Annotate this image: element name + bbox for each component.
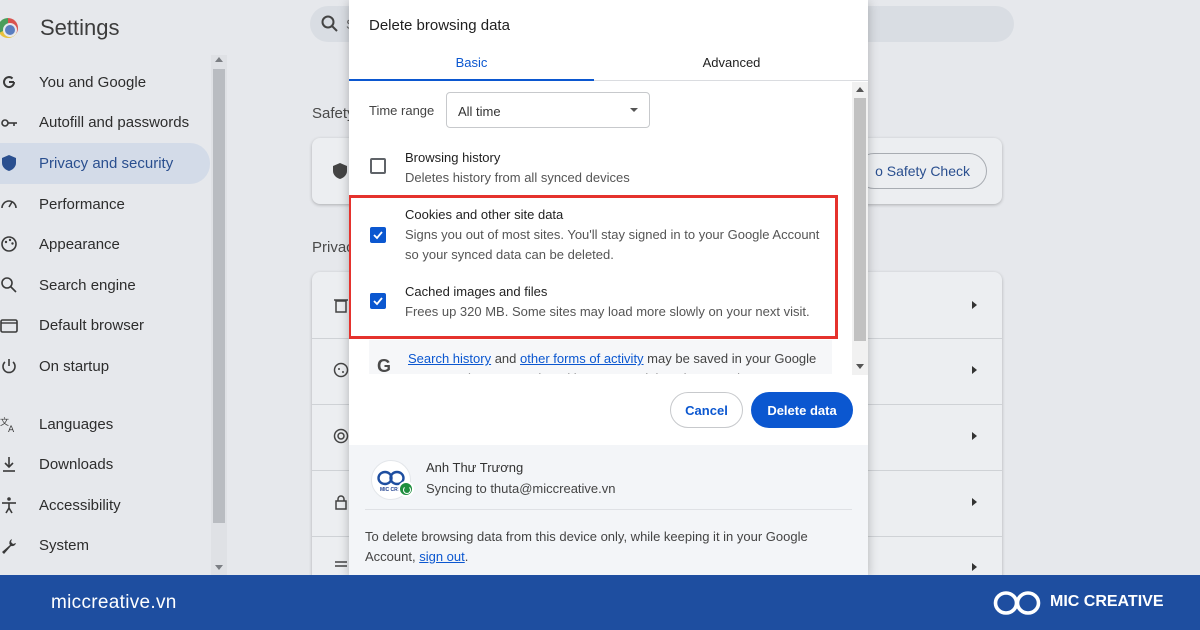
sidebar-item-label: Downloads	[39, 456, 114, 474]
shield-icon	[2, 155, 16, 172]
lock-icon	[335, 495, 347, 510]
app-title: Settings	[40, 15, 120, 40]
sidebar-item-downloads[interactable]: Downloads	[0, 444, 210, 485]
search-history-link[interactable]: Search history	[408, 351, 491, 366]
info-text: Search history and other forms of activi…	[408, 349, 828, 374]
scroll-down-arrow-icon[interactable]	[856, 364, 864, 369]
download-icon	[3, 457, 15, 473]
section-label-privacy: Privac	[312, 239, 354, 256]
tab-advanced[interactable]: Advanced	[599, 44, 864, 80]
sidebar-item-default-browser[interactable]: Default browser	[0, 306, 210, 347]
chevron-right-icon[interactable]	[972, 432, 977, 440]
sign-out-link[interactable]: sign out	[419, 549, 465, 564]
dialog-tabs: Basic Advanced	[349, 44, 868, 81]
google-activity-info: G Search history and other forms of acti…	[369, 340, 832, 374]
wrench-icon	[2, 538, 16, 554]
sidebar-item-label: Appearance	[39, 236, 120, 254]
sidebar-scrollbar[interactable]	[211, 55, 227, 575]
brand-name: MIC CREATIVE	[1050, 593, 1164, 610]
account-footer: MIC CREA Anh Thư Trương Syncing to thuta…	[349, 445, 868, 575]
mic-creative-logo-icon	[993, 591, 1041, 615]
shield-icon	[333, 163, 347, 179]
time-range-label: Time range	[369, 103, 435, 118]
chevron-right-icon[interactable]	[972, 498, 977, 506]
nav-separator	[0, 387, 210, 404]
sidebar-item-label: You and Google	[39, 73, 147, 91]
sidebar-item-autofill[interactable]: Autofill and passwords	[0, 103, 210, 144]
accessibility-icon	[2, 497, 16, 514]
sidebar-item-on-startup[interactable]: On startup	[0, 346, 210, 387]
option-description: Deletes history from all synced devices	[405, 170, 630, 185]
dropdown-caret-icon	[630, 108, 638, 112]
footer-text-end: .	[464, 549, 469, 564]
google-g-icon: G	[377, 356, 392, 374]
chevron-right-icon[interactable]	[972, 366, 977, 374]
scrollbar-thumb[interactable]	[213, 69, 225, 523]
tab-basic[interactable]: Basic	[349, 44, 594, 81]
app-header: Settings	[0, 14, 120, 42]
key-icon	[1, 118, 17, 127]
sidebar-nav: You and Google Autofill and passwords Pr…	[0, 62, 210, 566]
account-sync-status: Syncing to thuta@miccreative.vn	[426, 481, 616, 496]
chevron-right-icon[interactable]	[972, 563, 977, 571]
search-icon	[1, 277, 17, 293]
svg-text:A: A	[8, 425, 15, 433]
palette-icon	[1, 236, 17, 253]
sidebar-item-label: Autofill and passwords	[39, 114, 190, 132]
sidebar-item-accessibility[interactable]: Accessibility	[0, 485, 210, 526]
sidebar-item-you-and-google[interactable]: You and Google	[0, 62, 210, 103]
cancel-button[interactable]: Cancel	[670, 392, 743, 428]
account-name: Anh Thư Trương	[426, 460, 524, 475]
speedometer-icon	[1, 199, 17, 208]
google-g-icon	[3, 76, 16, 89]
delete-browsing-data-dialog: Delete browsing data Basic Advanced Time…	[349, 0, 868, 575]
browser-window-icon	[0, 318, 18, 333]
dialog-scrollbar[interactable]	[852, 82, 868, 375]
scrollbar-thumb[interactable]	[854, 98, 866, 341]
sidebar-item-label: Accessibility	[39, 496, 121, 514]
sync-badge-icon	[398, 481, 414, 497]
cookie-icon	[333, 362, 349, 378]
site-settings-icon	[335, 561, 347, 567]
search-icon	[321, 15, 338, 32]
sidebar-item-label: Languages	[39, 415, 114, 433]
trash-icon	[334, 299, 348, 313]
chevron-right-icon[interactable]	[972, 301, 977, 309]
sidebar-item-label: Search engine	[39, 276, 136, 294]
ad-privacy-icon	[333, 428, 349, 444]
chrome-logo-icon	[0, 18, 18, 38]
sidebar-item-appearance[interactable]: Appearance	[0, 224, 210, 265]
sidebar-item-privacy[interactable]: Privacy and security	[0, 143, 210, 184]
sidebar-item-label: Privacy and security	[39, 154, 174, 172]
scroll-up-arrow-icon[interactable]	[215, 57, 223, 62]
footer-divider	[365, 509, 852, 510]
time-range-value: All time	[458, 104, 501, 119]
translate-icon: 文A	[0, 416, 15, 433]
safety-button-label: o Safety Check	[875, 163, 970, 179]
footer-text: To delete browsing data from this device…	[365, 527, 835, 567]
sidebar-item-languages[interactable]: 文A Languages	[0, 404, 210, 445]
sidebar-item-label: Default browser	[39, 317, 145, 335]
power-icon	[2, 359, 16, 374]
sidebar-item-label: On startup	[39, 357, 110, 375]
info-connector: and	[491, 351, 521, 366]
sidebar-item-label: Performance	[39, 195, 125, 213]
delete-data-button[interactable]: Delete data	[751, 392, 853, 428]
option-title: Browsing history	[405, 150, 501, 165]
scroll-up-arrow-icon[interactable]	[856, 87, 864, 92]
highlight-annotation-box	[349, 195, 838, 339]
brand-url: miccreative.vn	[51, 592, 177, 613]
go-to-safety-check-button[interactable]: o Safety Check	[856, 153, 987, 189]
sidebar-item-label: System	[39, 537, 90, 555]
sidebar-item-search-engine[interactable]: Search engine	[0, 265, 210, 306]
time-range-select[interactable]: All time	[446, 92, 650, 128]
browsing-history-checkbox[interactable]	[370, 158, 386, 174]
brand-bar: miccreative.vn MIC CREATIVE	[0, 575, 1200, 630]
dialog-title: Delete browsing data	[369, 17, 510, 34]
scroll-down-arrow-icon[interactable]	[215, 565, 223, 570]
other-activity-link[interactable]: other forms of activity	[520, 351, 644, 366]
sidebar-item-performance[interactable]: Performance	[0, 184, 210, 225]
sidebar-item-system[interactable]: System	[0, 526, 210, 567]
